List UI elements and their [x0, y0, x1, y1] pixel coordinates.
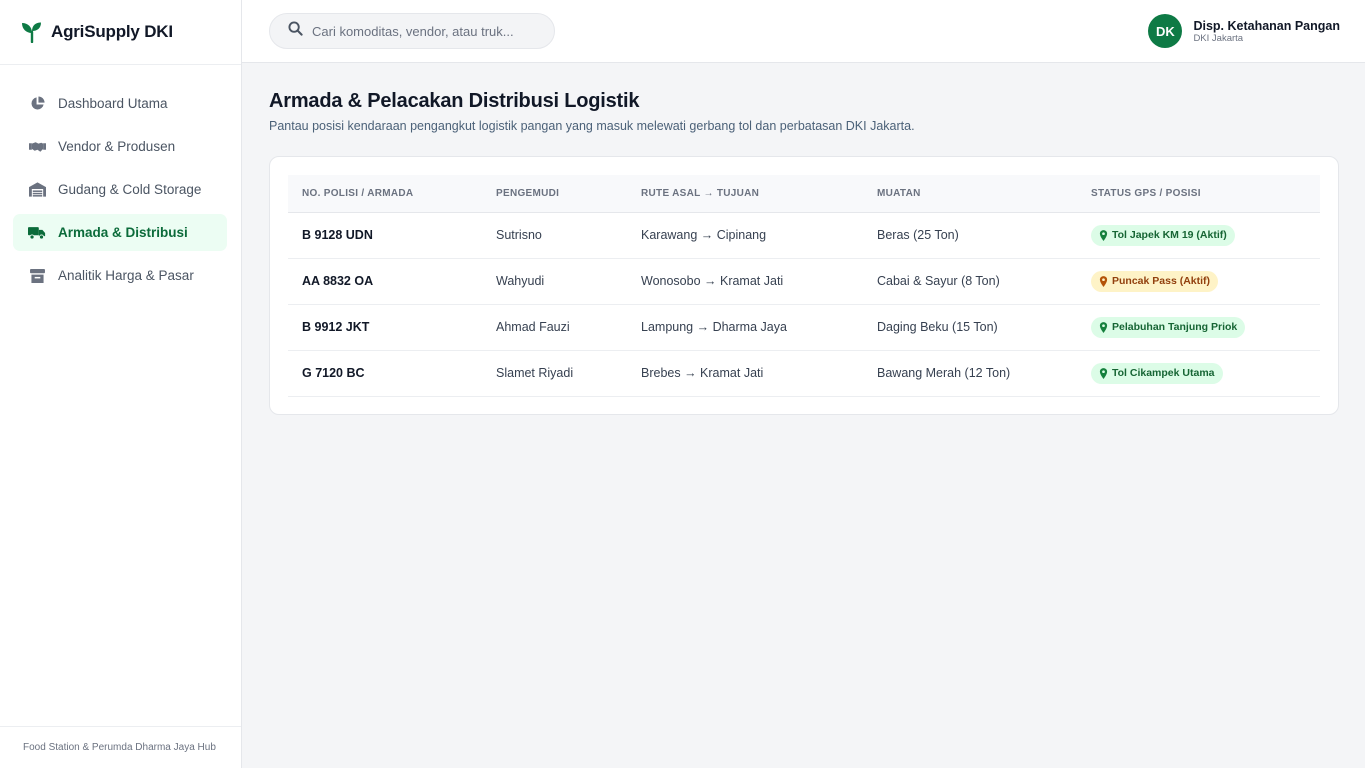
sidebar-item-label: Gudang & Cold Storage [58, 182, 202, 197]
search-bar[interactable] [269, 13, 555, 49]
brand-name: AgriSupply DKI [51, 22, 173, 41]
user-subtitle: DKI Jakarta [1193, 32, 1244, 44]
status-cell: Tol Japek KM 19 (Aktif) [1077, 212, 1320, 259]
cargo-cell: Bawang Merah (12 Ton) [863, 350, 1077, 397]
route-cell: Lampung → Dharma Jaya [627, 304, 863, 351]
main-content: Armada & Pelacakan Distribusi Logistik P… [269, 90, 1339, 415]
map-pin-icon [1099, 367, 1108, 379]
route-cell: Brebes → Kramat Jati [627, 350, 863, 397]
sidebar-item-analytics[interactable]: Analitik Harga & Pasar [13, 257, 227, 294]
column-header-plate: No. Polisi / Armada [288, 175, 482, 213]
plate-cell: B 9128 UDN [288, 212, 482, 259]
route-cell: Wonosobo → Kramat Jati [627, 258, 863, 305]
plate-cell: G 7120 BC [288, 350, 482, 397]
sidebar-item-vendor[interactable]: Vendor & Produsen [13, 128, 227, 165]
table-row[interactable]: B 9912 JKT Ahmad Fauzi Lampung → Dharma … [288, 304, 1320, 351]
driver-cell: Wahyudi [482, 258, 627, 305]
sidebar-item-label: Analitik Harga & Pasar [58, 268, 194, 283]
driver-cell: Ahmad Fauzi [482, 304, 627, 351]
warehouse-icon [28, 181, 46, 199]
sidebar-item-fleet[interactable]: Armada & Distribusi [13, 214, 227, 251]
status-text: Puncak Pass (Aktif) [1112, 275, 1211, 287]
status-text: Tol Japek KM 19 (Aktif) [1112, 229, 1227, 241]
page-subtitle: Pantau posisi kendaraan pengangkut logis… [269, 119, 915, 133]
column-header-driver: Pengemudi [482, 175, 627, 213]
status-cell: Tol Cikampek Utama [1077, 350, 1320, 397]
sidebar-nav: Dashboard Utama Vendor & Produsen Gudang… [0, 65, 241, 294]
plate-cell: B 9912 JKT [288, 304, 482, 351]
status-text: Tol Cikampek Utama [1112, 367, 1215, 379]
handshake-icon [28, 138, 46, 156]
status-badge: Tol Cikampek Utama [1091, 362, 1223, 384]
table-row[interactable]: B 9128 UDN Sutrisno Karawang → Cipinang … [288, 212, 1320, 259]
driver-cell: Sutrisno [482, 212, 627, 259]
fleet-table: No. Polisi / Armada Pengemudi Rute Asal … [288, 175, 1320, 397]
map-pin-icon [1099, 229, 1108, 241]
map-pin-icon [1099, 321, 1108, 333]
status-cell: Pelabuhan Tanjung Priok [1077, 304, 1320, 351]
sidebar-item-dashboard[interactable]: Dashboard Utama [13, 85, 227, 122]
cargo-cell: Cabai & Sayur (8 Ton) [863, 258, 1077, 305]
status-cell: Puncak Pass (Aktif) [1077, 258, 1320, 305]
column-header-route: Rute Asal → Tujuan [627, 175, 863, 213]
user-profile[interactable]: DK Disp. Ketahanan Pangan DKI Jakarta [1148, 14, 1340, 48]
plate-cell: AA 8832 OA [288, 258, 482, 305]
route-cell: Karawang → Cipinang [627, 212, 863, 259]
search-input[interactable] [312, 23, 542, 39]
page-title: Armada & Pelacakan Distribusi Logistik [269, 90, 640, 112]
user-name: Disp. Ketahanan Pangan [1193, 18, 1340, 33]
driver-cell: Slamet Riyadi [482, 350, 627, 397]
status-badge: Pelabuhan Tanjung Priok [1091, 316, 1246, 338]
sidebar-footer: Food Station & Perumda Dharma Jaya Hub [0, 726, 241, 768]
column-header-status: Status GPS / Posisi [1077, 175, 1320, 213]
leaf-icon [21, 21, 43, 43]
cargo-cell: Beras (25 Ton) [863, 212, 1077, 259]
status-badge: Tol Japek KM 19 (Aktif) [1091, 224, 1235, 246]
brand[interactable]: AgriSupply DKI [0, 0, 241, 65]
status-badge: Puncak Pass (Aktif) [1091, 270, 1219, 292]
cargo-cell: Daging Beku (15 Ton) [863, 304, 1077, 351]
sidebar-item-label: Armada & Distribusi [58, 225, 188, 240]
table-row[interactable]: G 7120 BC Slamet Riyadi Brebes → Kramat … [288, 350, 1320, 397]
sidebar-item-label: Dashboard Utama [58, 96, 168, 111]
fleet-table-card: No. Polisi / Armada Pengemudi Rute Asal … [269, 156, 1339, 415]
pie-chart-icon [28, 95, 46, 113]
truck-icon [28, 224, 46, 242]
avatar[interactable]: DK [1148, 14, 1183, 48]
table-row[interactable]: AA 8832 OA Wahyudi Wonosobo → Kramat Jat… [288, 258, 1320, 305]
column-header-cargo: Muatan [863, 175, 1077, 213]
map-pin-icon [1099, 275, 1108, 287]
table-header-row: No. Polisi / Armada Pengemudi Rute Asal … [288, 175, 1320, 213]
sidebar-item-warehouse[interactable]: Gudang & Cold Storage [13, 171, 227, 208]
top-bar: DK Disp. Ketahanan Pangan DKI Jakarta [242, 0, 1365, 63]
store-icon [28, 267, 46, 285]
status-text: Pelabuhan Tanjung Priok [1112, 321, 1238, 333]
search-icon [288, 21, 303, 41]
sidebar-item-label: Vendor & Produsen [58, 139, 176, 154]
sidebar: AgriSupply DKI Dashboard Utama Vendor & … [0, 0, 242, 768]
